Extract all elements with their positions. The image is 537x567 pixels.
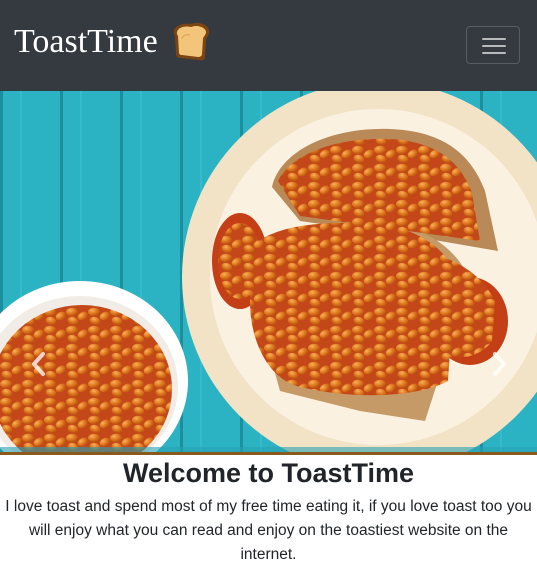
- chevron-right-icon: [493, 352, 506, 376]
- chevron-left-icon: [32, 352, 45, 376]
- navbar-toggle-button[interactable]: [466, 26, 520, 64]
- beans-on-toast-photo: [0, 91, 537, 453]
- carousel-next-button[interactable]: [486, 349, 512, 379]
- image-carousel: [0, 91, 537, 453]
- brand-name: ToastTime: [14, 23, 158, 60]
- carousel-prev-button[interactable]: [26, 349, 52, 379]
- toast-icon: [173, 23, 209, 61]
- brand-link[interactable]: ToastTime: [14, 20, 214, 64]
- top-navbar: ToastTime: [0, 0, 537, 91]
- welcome-heading: Welcome to ToastTime: [122, 458, 415, 488]
- intro-paragraph: I love toast and spend most of my free t…: [5, 498, 532, 563]
